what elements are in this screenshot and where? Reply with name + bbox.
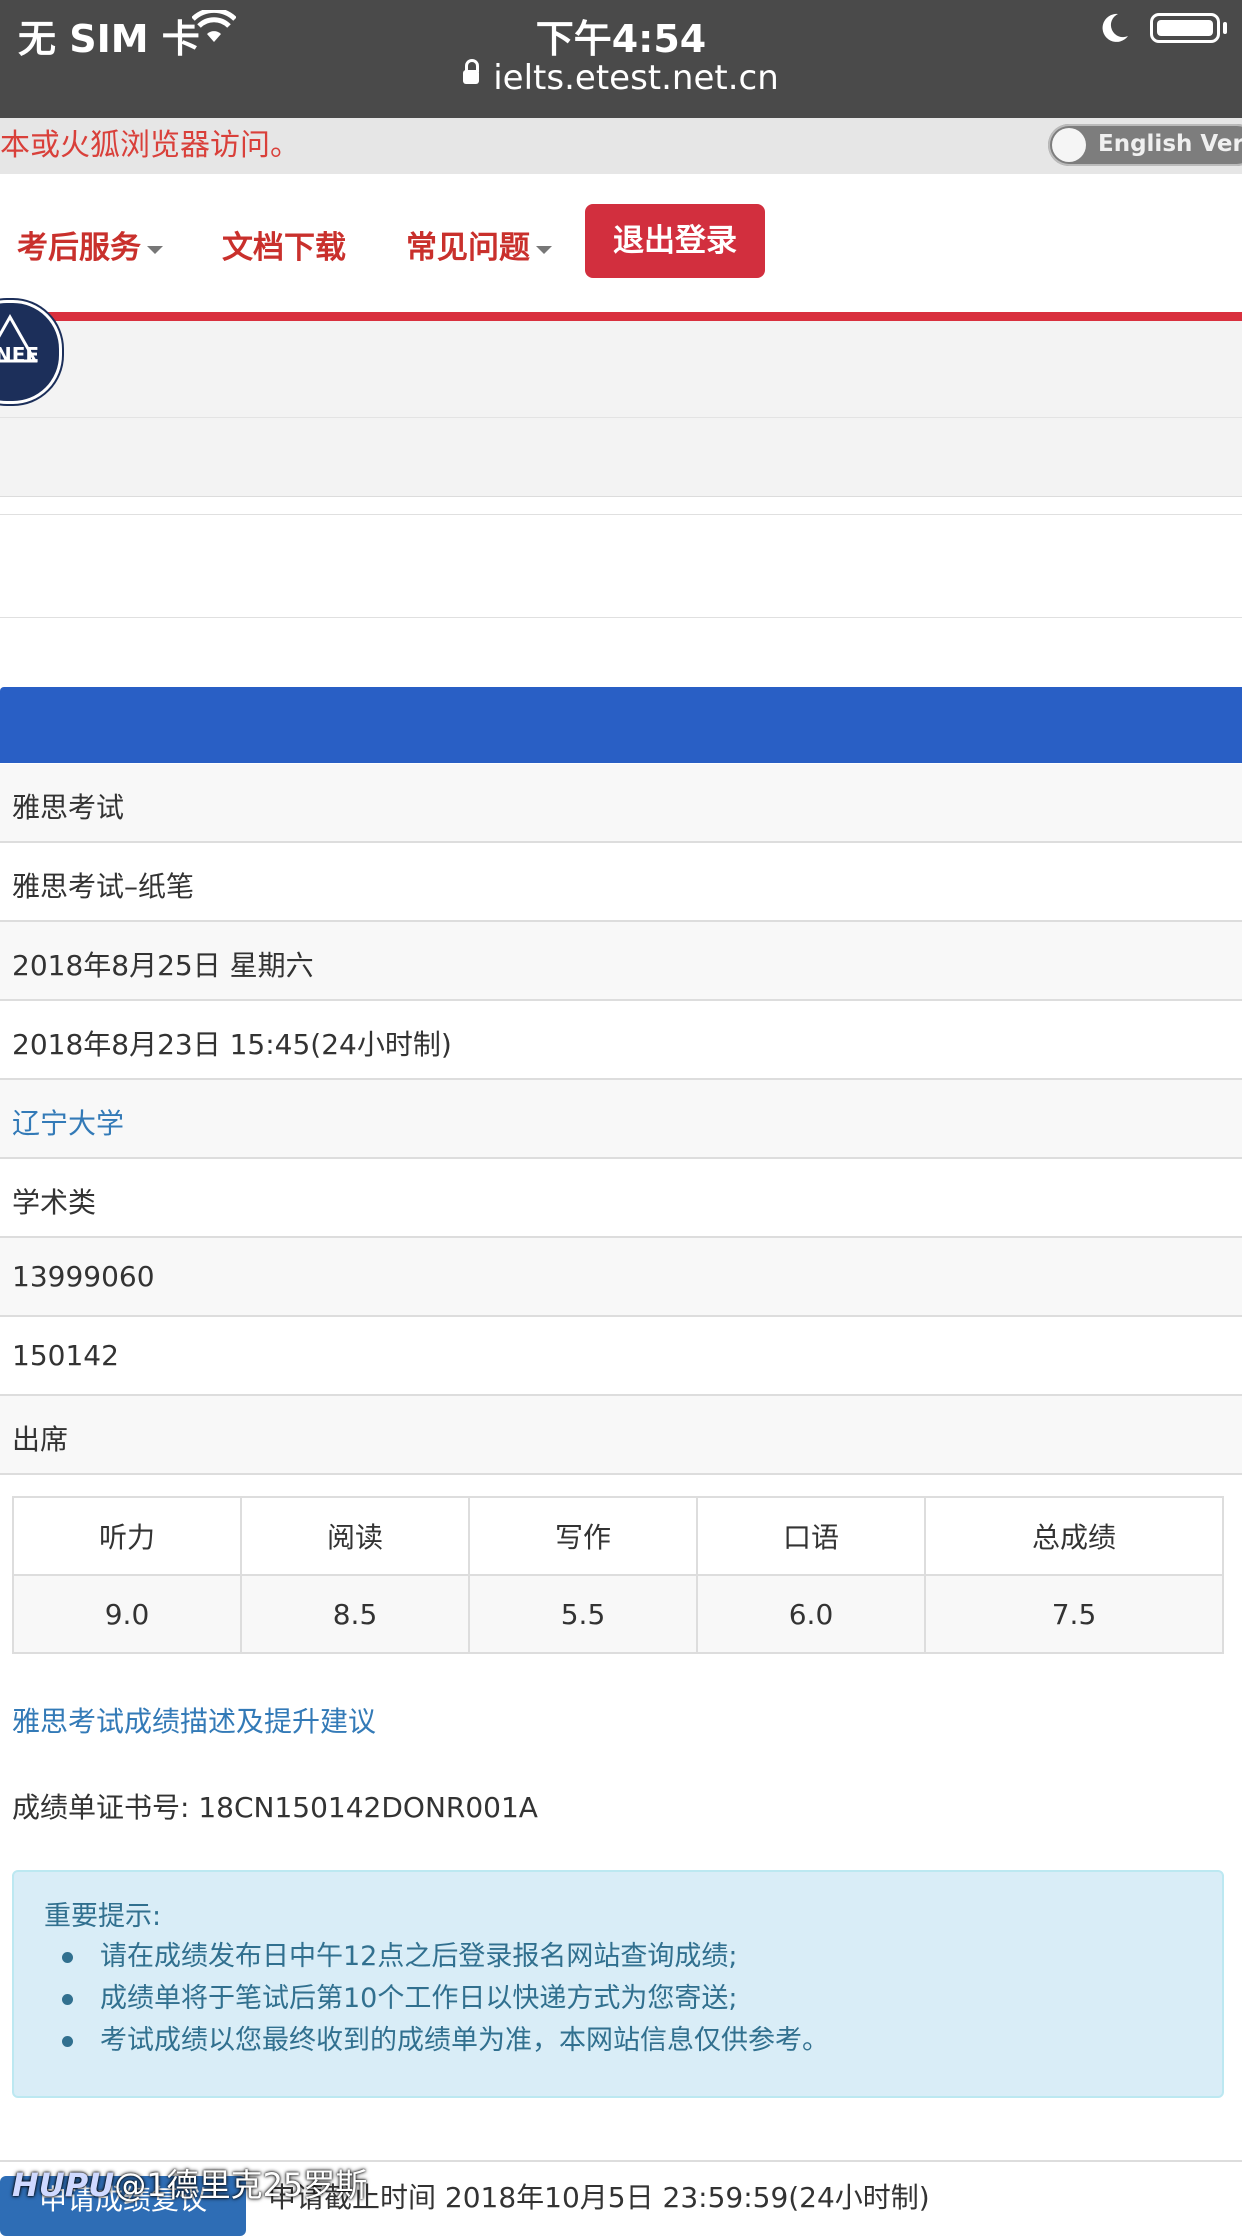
exam-type-row: 雅思考试 [0,764,1242,843]
header-writing: 写作 [468,1496,698,1576]
score-reading: 8.5 [240,1574,470,1654]
test-center-link[interactable]: 辽宁大学 [12,1102,124,1142]
results-panel-header [0,687,1242,763]
notice-item: 请在成绩发布日中午12点之后登录报名网站查询成绩; [58,1936,829,1978]
score-header-row: 听力 阅读 写作 口语 总成绩 [12,1496,1224,1576]
nav-label: 考后服务 [17,230,141,266]
speaking-time-row: 2018年8月23日 15:45(24小时制) [0,1001,1242,1080]
toggle-label: English Version [1098,131,1242,157]
header-band [0,321,1242,418]
header-reading: 阅读 [240,1496,470,1576]
speaking-time-value: 2018年8月23日 15:45(24小时制) [12,1028,452,1061]
url-text: ielts.etest.net.cn [493,58,779,98]
caret-down-icon [536,245,552,254]
score-values-row: 9.0 8.5 5.5 6.0 7.5 [12,1574,1224,1654]
nav-after-exam-services[interactable]: 考后服务 [17,222,163,267]
nav-document-download[interactable]: 文档下载 [222,222,346,267]
attendance-value: 出席 [12,1423,69,1456]
nav-faq[interactable]: 常见问题 [406,222,552,267]
main-nav: 考后服务 文档下载 常见问题 退出登录 [0,174,1242,314]
notice-item: 成绩单将于笔试后第10个工作日以快递方式为您寄送; [58,1978,829,2020]
score-table: 听力 阅读 写作 口语 总成绩 9.0 8.5 5.5 6.0 7.5 [12,1496,1224,1654]
clock: 下午4:54 [535,17,707,61]
header-speaking: 口语 [696,1496,926,1576]
exam-date-row: 2018年8月25日 星期六 [0,922,1242,1001]
do-not-disturb-icon [1100,12,1130,48]
neea-logo: NEE [0,300,62,404]
header-overall: 总成绩 [924,1496,1224,1576]
important-notice: 重要提示: 请在成绩发布日中午12点之后登录报名网站查询成绩; 成绩单将于笔试后… [12,1870,1224,2098]
candidate-id-row: 13999060 [0,1238,1242,1317]
notice-item: 考试成绩以您最终收到的成绩单为准，本网站信息仅供参考。 [58,2020,829,2062]
attendance-row: 出席 [0,1396,1242,1475]
test-center-row: 辽宁大学 [0,1080,1242,1159]
score-description-link[interactable]: 雅思考试成绩描述及提升建议 [12,1700,376,1740]
watermark-brand: HUPU [12,2166,115,2204]
nav-divider [0,312,1242,321]
hupu-watermark: HUPU@1德里克25罗斯 [12,2160,367,2206]
logo-text: NEE [0,343,40,367]
watermark-text: @1德里克25罗斯 [114,2166,368,2204]
score-overall: 7.5 [924,1574,1224,1654]
exam-format-value: 雅思考试–纸笔 [12,870,195,903]
battery-icon [1150,13,1220,43]
english-version-toggle[interactable]: English Version [1048,124,1242,166]
logout-button[interactable]: 退出登录 [585,204,765,278]
notice-title: 重要提示: [44,1901,162,1932]
header-band-secondary [0,418,1242,497]
candidate-number-value: 150142 [12,1339,119,1372]
browser-notice-bar: 本或火狐浏览器访问。 English Version [0,118,1242,174]
lock-icon [463,58,480,84]
score-listening: 9.0 [12,1574,242,1654]
module-value: 学术类 [12,1186,97,1219]
header-listening: 听力 [12,1496,242,1576]
exam-type-value: 雅思考试 [12,791,125,824]
trf-number: 成绩单证书号: 18CN150142DONR001A [12,1791,538,1824]
toggle-knob [1052,128,1086,162]
blank-row [0,514,1242,618]
exam-format-row: 雅思考试–纸笔 [0,843,1242,922]
exam-date-value: 2018年8月25日 星期六 [12,949,314,982]
nav-label: 常见问题 [406,230,530,266]
candidate-id-value: 13999060 [12,1260,155,1293]
caret-down-icon [147,245,163,254]
browser-notice-text: 本或火狐浏览器访问。 [0,128,300,163]
candidate-number-row: 150142 [0,1317,1242,1396]
address-bar[interactable]: ielts.etest.net.cn [0,58,1242,98]
module-row: 学术类 [0,1159,1242,1238]
score-writing: 5.5 [468,1574,698,1654]
ios-status-bar: 无 SIM 卡 下午4:54 ielts.etest.net.cn [0,0,1242,118]
score-speaking: 6.0 [696,1574,926,1654]
battery-cap [1223,22,1227,34]
notice-list: 请在成绩发布日中午12点之后登录报名网站查询成绩; 成绩单将于笔试后第10个工作… [58,1936,829,2062]
nav-label: 文档下载 [222,230,346,266]
